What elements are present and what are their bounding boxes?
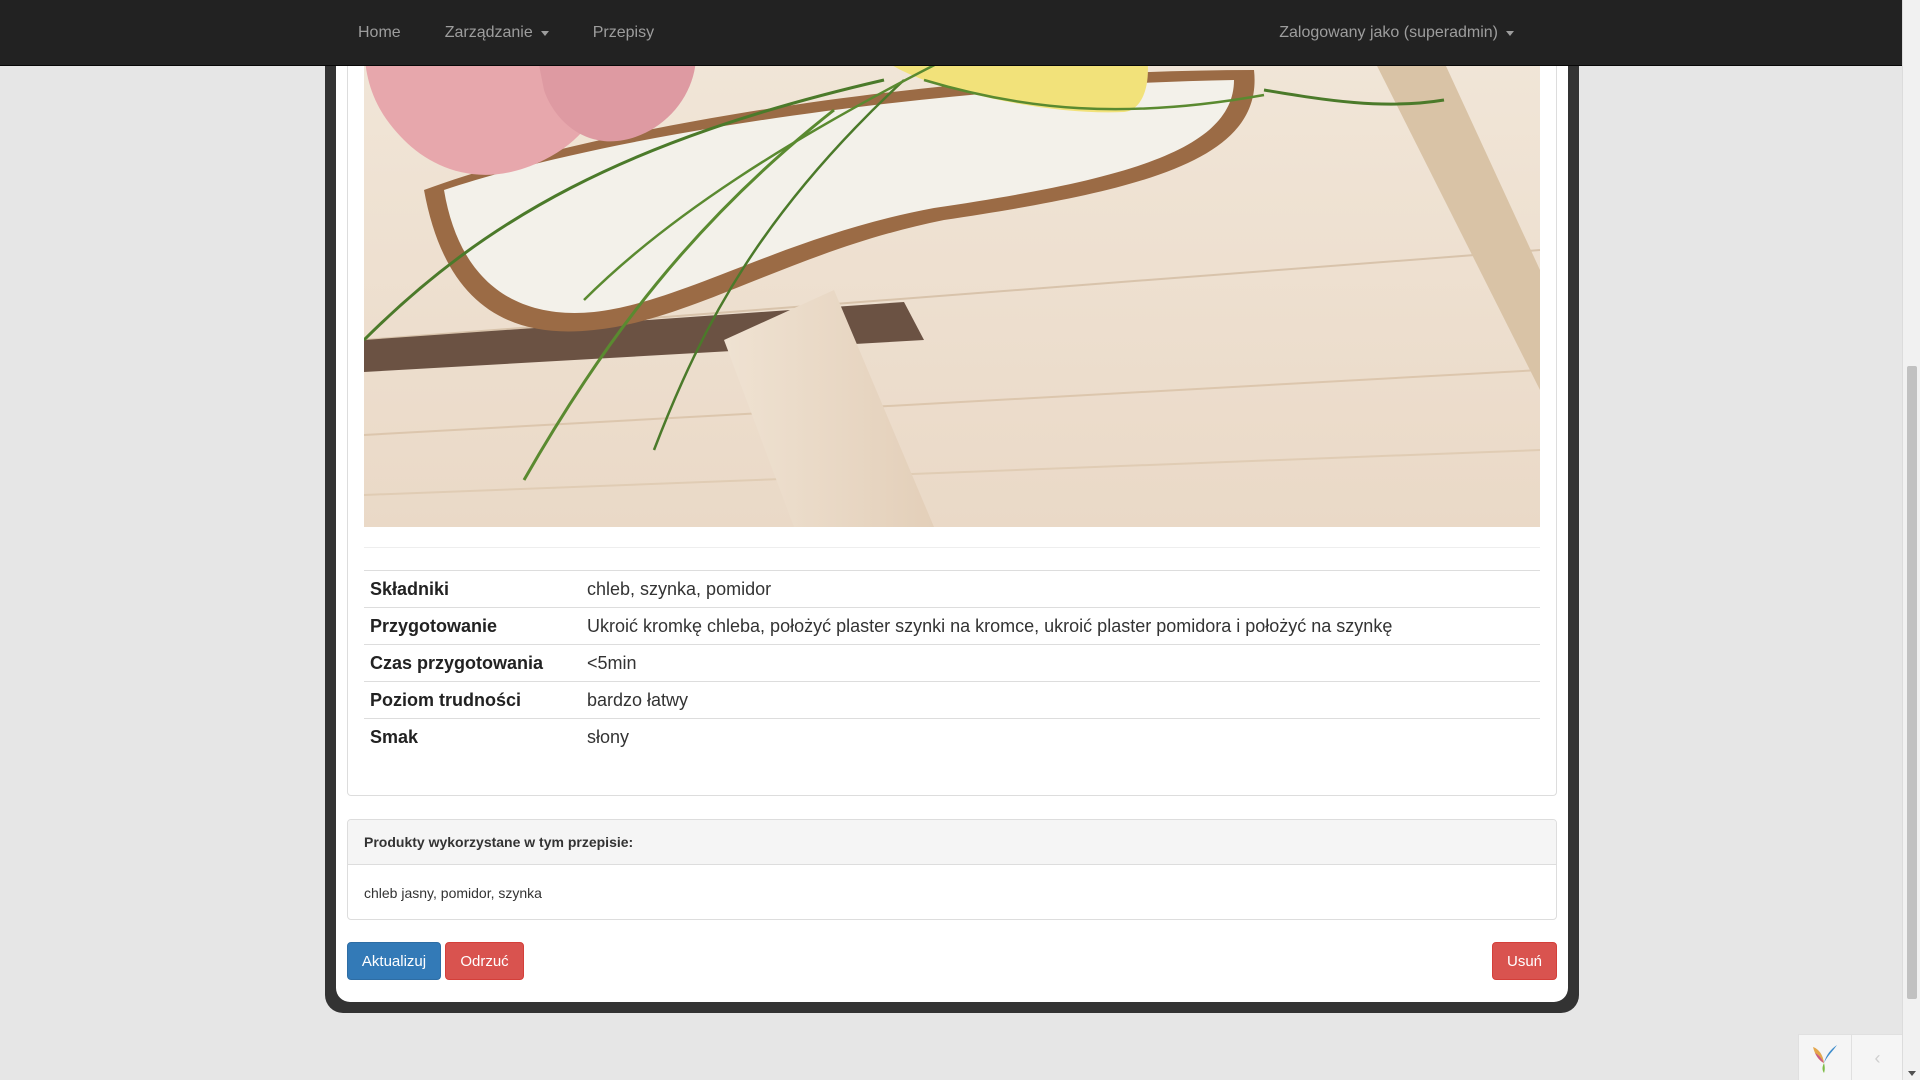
products-list: chleb jasny, pomidor, szynka [364,884,542,901]
table-row: Czas przygotowania <5min [364,644,1540,682]
table-row: Przygotowanie Ukroić kromkę chleba, poło… [364,607,1540,645]
detail-value: Ukroić kromkę chleba, położyć plaster sz… [581,607,1540,645]
detail-value: <5min [581,644,1540,682]
content-card: Składniki chleb, szynka, pomidor Przygot… [336,40,1568,1002]
detail-value: chleb, szynka, pomidor [581,570,1540,608]
user-menu-label: Zalogowany jako (superadmin) [1279,24,1498,41]
nav-home-label: Home [358,24,401,41]
reject-button[interactable]: Odrzuć [445,942,524,980]
recipe-panel: Składniki chleb, szynka, pomidor Przygot… [347,40,1557,796]
scrollbar-thumb[interactable] [1907,366,1917,999]
nav-zarzadzanie-dropdown[interactable]: Zarządzanie [423,0,571,66]
recipe-photo [364,40,1540,527]
navbar-left-menu: Home Zarządzanie Przepisy [340,0,676,66]
nav-home[interactable]: Home [340,0,423,66]
debug-toolbar[interactable]: ‹ [1798,1034,1902,1080]
detail-label: Składniki [364,570,581,608]
products-panel: Produkty wykorzystane w tym przepisie: c… [347,819,1557,920]
detail-value: słony [581,718,1540,756]
table-row: Poziom trudności bardzo łatwy [364,681,1540,719]
navbar-right-menu: Zalogowany jako (superadmin) [1257,0,1536,66]
debug-toggle-button[interactable]: ‹ [1851,1035,1903,1080]
sandwich-image [364,40,1540,527]
table-row: Składniki chleb, szynka, pomidor [364,570,1540,608]
detail-value: bardzo łatwy [581,681,1540,719]
page-scrollbar[interactable] [1902,0,1920,1080]
content-frame: Składniki chleb, szynka, pomidor Przygot… [325,40,1579,1013]
caret-down-icon [1506,30,1514,36]
table-row: Smak słony [364,718,1540,756]
detail-label: Smak [364,718,581,756]
detail-label: Przygotowanie [364,607,581,645]
delete-button[interactable]: Usuń [1492,942,1557,980]
detail-label: Czas przygotowania [364,644,581,682]
caret-down-icon [540,30,549,36]
top-navbar: Home Zarządzanie Przepisy Zalogowany jak… [0,0,1902,66]
divider [364,547,1540,548]
nav-przepisy[interactable]: Przepisy [571,0,676,66]
update-button[interactable]: Aktualizuj [347,942,441,980]
recipe-details-table: Składniki chleb, szynka, pomidor Przygot… [364,570,1540,756]
scroll-down-arrow-icon[interactable] [1908,1071,1916,1076]
nav-przepisy-label: Przepisy [592,24,655,41]
nav-zarzadzanie-label: Zarządzanie [444,24,533,41]
products-heading: Produkty wykorzystane w tym przepisie: [348,820,1556,865]
yii-logo-icon [1813,1045,1837,1073]
user-menu-dropdown[interactable]: Zalogowany jako (superadmin) [1257,0,1536,66]
detail-label: Poziom trudności [364,681,581,719]
